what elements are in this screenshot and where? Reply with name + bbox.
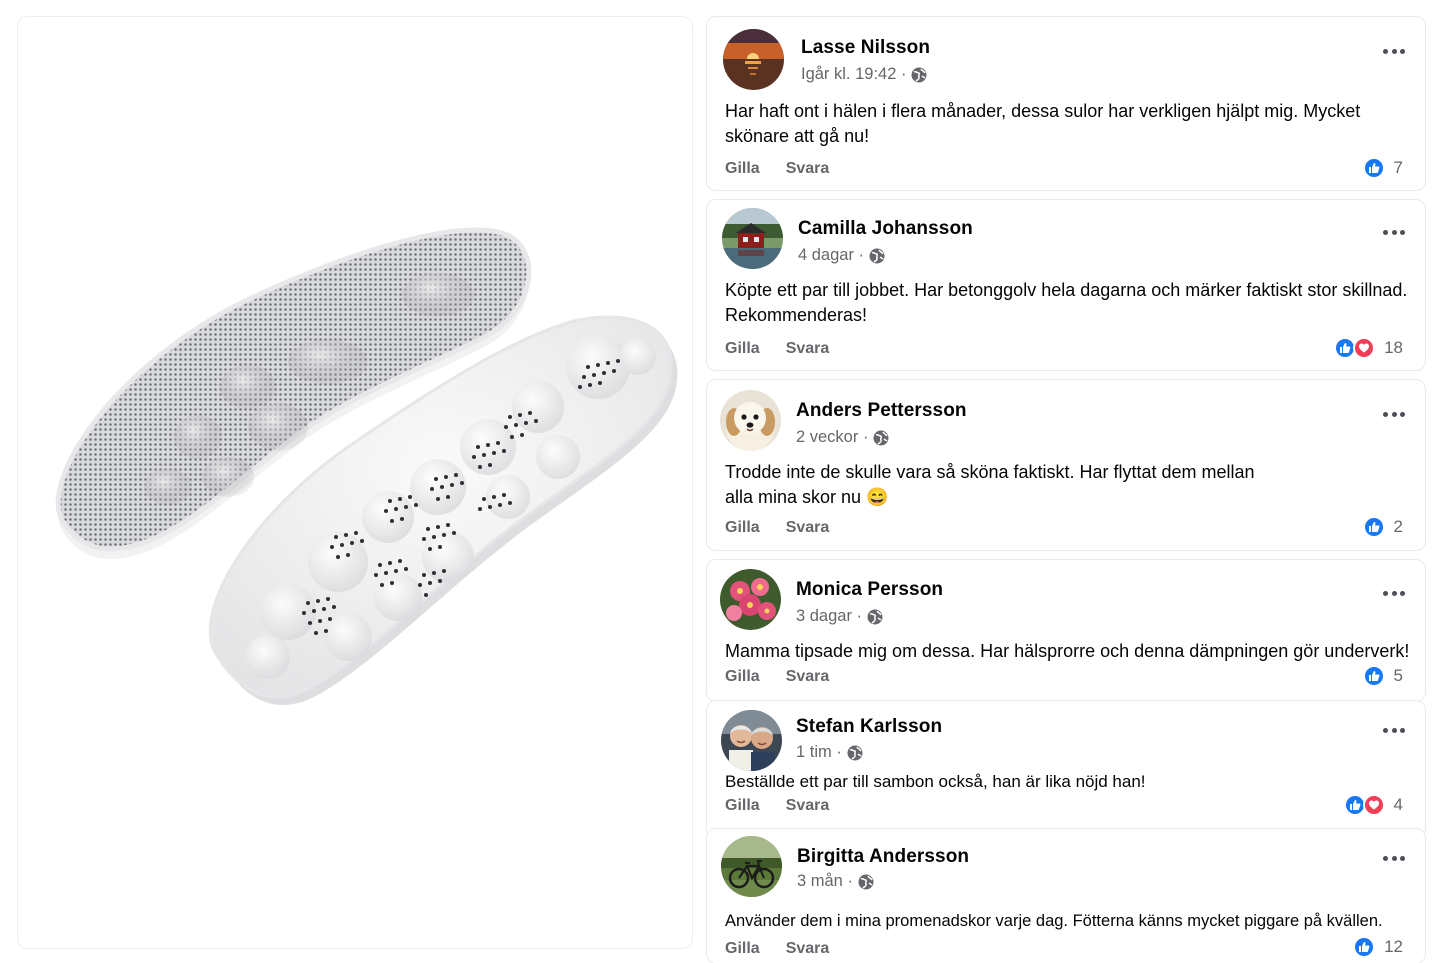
comment-time[interactable]: 1 tim ·	[796, 743, 842, 762]
comment-text: Trodde inte de skulle vara så sköna fakt…	[725, 462, 1255, 507]
comment-timestamp: 2 veckor ·	[796, 428, 889, 447]
comment-actions: Gilla Svara	[725, 940, 829, 958]
globe-icon	[869, 248, 885, 263]
comment-timestamp: 3 mån ·	[797, 872, 874, 891]
more-options-icon[interactable]	[1383, 589, 1405, 597]
reaction-count: 4	[1393, 795, 1403, 814]
like-button[interactable]: Gilla	[725, 797, 760, 815]
commenter-name[interactable]: Stefan Karlsson	[796, 716, 942, 738]
red-cabin-avatar[interactable]	[722, 208, 783, 269]
like-button[interactable]: Gilla	[725, 668, 760, 686]
like-button[interactable]: Gilla	[725, 340, 760, 358]
globe-icon	[847, 745, 863, 760]
dog-avatar[interactable]	[720, 390, 781, 451]
comment-lasse-nilsson: Lasse Nilsson Igår kl. 19:42 · Har haft …	[706, 16, 1426, 191]
globe-icon	[873, 430, 889, 445]
reaction-count: 18	[1384, 338, 1403, 357]
reply-button[interactable]: Svara	[786, 519, 830, 537]
product-image-card	[17, 16, 693, 949]
comment-actions: Gilla Svara	[725, 160, 829, 178]
more-options-icon[interactable]	[1383, 228, 1405, 236]
comment-stefan-karlsson: Stefan Karlsson 1 tim · Beställde ett pa…	[706, 700, 1426, 838]
sunset-avatar[interactable]	[723, 29, 784, 90]
comment-actions: Gilla Svara	[725, 668, 829, 686]
reaction-summary[interactable]: 5	[1362, 665, 1403, 687]
comment-text: Har haft ont i hälen i flera månader, de…	[725, 101, 1361, 146]
reaction-count: 12	[1384, 937, 1403, 956]
like-button[interactable]: Gilla	[725, 160, 760, 178]
comment-timestamp: Igår kl. 19:42 ·	[801, 65, 927, 84]
comment-text: Använder dem i mina promenadskor varje d…	[725, 912, 1383, 930]
commenter-name[interactable]: Anders Pettersson	[796, 400, 967, 422]
more-options-icon[interactable]	[1383, 726, 1405, 734]
comment-timestamp: 1 tim ·	[796, 743, 863, 762]
like-reaction-icon	[1362, 157, 1385, 179]
reaction-count: 2	[1393, 517, 1403, 536]
comment-birgitta-andersson: Birgitta Andersson 3 mån · Använder dem …	[706, 828, 1426, 963]
like-reaction-icon	[1362, 516, 1385, 538]
reply-button[interactable]: Svara	[786, 668, 830, 686]
more-options-icon[interactable]	[1383, 47, 1405, 55]
comment-actions: Gilla Svara	[725, 519, 829, 537]
comment-actions: Gilla Svara	[725, 797, 829, 815]
love-reaction-icon	[1353, 337, 1376, 359]
like-reaction-icon	[1353, 936, 1376, 958]
comment-camilla-johansson: Camilla Johansson 4 dagar · Köpte ett pa…	[706, 199, 1426, 371]
comment-text: Mamma tipsade mig om dessa. Har hälspror…	[725, 641, 1410, 661]
page: Lasse Nilsson Igår kl. 19:42 · Har haft …	[0, 0, 1445, 963]
comment-timestamp: 4 dagar ·	[798, 246, 885, 265]
globe-icon	[911, 67, 927, 82]
commenter-name[interactable]: Camilla Johansson	[798, 218, 973, 240]
reply-button[interactable]: Svara	[786, 160, 830, 178]
reply-button[interactable]: Svara	[786, 940, 830, 958]
globe-icon	[858, 874, 874, 889]
comment-text: Köpte ett par till jobbet. Har betonggol…	[725, 280, 1408, 325]
like-reaction-icon	[1362, 665, 1385, 687]
couple-avatar[interactable]	[721, 710, 782, 771]
bicycle-avatar[interactable]	[721, 836, 782, 897]
reaction-summary[interactable]: 18	[1334, 337, 1403, 359]
comment-time[interactable]: 4 dagar ·	[798, 246, 864, 265]
comment-text: Beställde ett par till sambon också, han…	[725, 772, 1146, 791]
reaction-count: 7	[1393, 158, 1403, 177]
globe-icon	[867, 609, 883, 624]
reply-button[interactable]: Svara	[786, 797, 830, 815]
more-options-icon[interactable]	[1383, 410, 1405, 418]
comment-actions: Gilla Svara	[725, 340, 829, 358]
comment-time[interactable]: 3 mån ·	[797, 872, 853, 891]
like-button[interactable]: Gilla	[725, 940, 760, 958]
reaction-summary[interactable]: 4	[1343, 794, 1403, 816]
more-options-icon[interactable]	[1383, 854, 1405, 862]
comment-time[interactable]: 2 veckor ·	[796, 428, 868, 447]
reaction-summary[interactable]: 2	[1362, 516, 1403, 538]
like-button[interactable]: Gilla	[725, 519, 760, 537]
commenter-name[interactable]: Monica Persson	[796, 579, 943, 601]
commenter-name[interactable]: Birgitta Andersson	[797, 846, 969, 868]
comment-time[interactable]: 3 dagar ·	[796, 607, 862, 626]
reaction-count: 5	[1393, 666, 1403, 685]
comment-timestamp: 3 dagar ·	[796, 607, 883, 626]
reply-button[interactable]: Svara	[786, 340, 830, 358]
comment-anders-pettersson: Anders Pettersson 2 veckor · Trodde inte…	[706, 379, 1426, 551]
love-reaction-icon	[1362, 794, 1385, 816]
comment-monica-persson: Monica Persson 3 dagar · Mamma tipsade m…	[706, 559, 1426, 702]
pink-flowers-avatar[interactable]	[720, 569, 781, 630]
commenter-name[interactable]: Lasse Nilsson	[801, 37, 930, 59]
comment-time[interactable]: Igår kl. 19:42 ·	[801, 65, 906, 84]
reaction-summary[interactable]: 12	[1353, 936, 1403, 958]
reaction-summary[interactable]: 7	[1362, 157, 1403, 179]
insoles-product-image	[55, 227, 678, 706]
